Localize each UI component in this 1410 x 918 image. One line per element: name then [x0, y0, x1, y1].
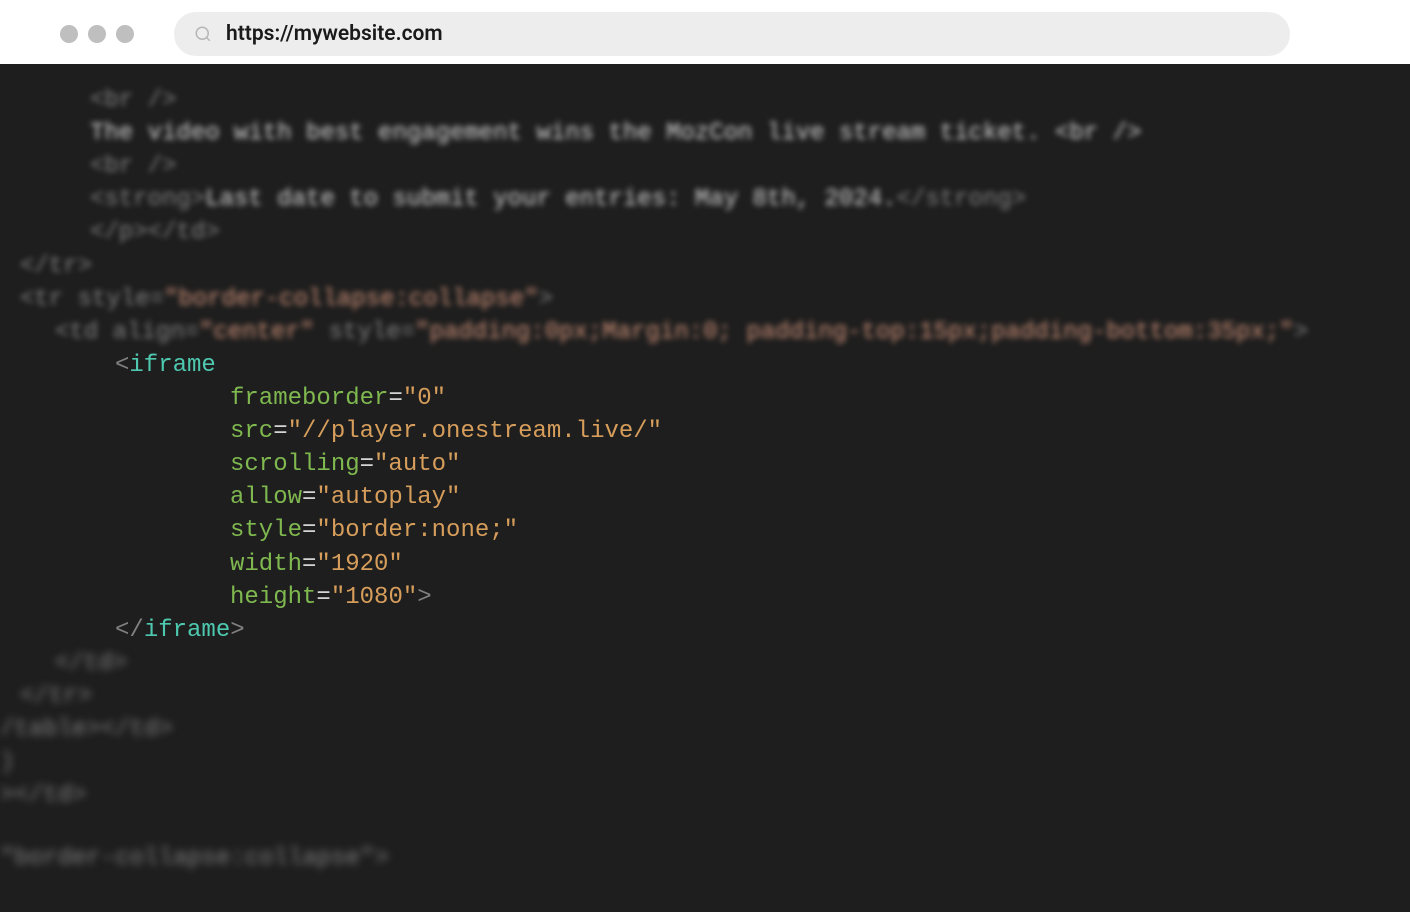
window-maximize-dot[interactable] [116, 25, 134, 43]
code-line-blurred: </tr> [0, 680, 1410, 713]
code-line-blurred: </p></td> [0, 216, 1410, 249]
browser-chrome: https://mywebsite.com [0, 0, 1410, 64]
code-line-iframe-open: <iframe [0, 349, 1410, 382]
code-line-blurred: The video with best engagement wins the … [0, 117, 1410, 150]
window-close-dot[interactable] [60, 25, 78, 43]
code-line-attr: scrolling="auto" [0, 448, 1410, 481]
code-line-blurred: <br /> [0, 84, 1410, 117]
code-line-blurred: "border-collapse:collapse"> [0, 842, 1410, 875]
code-line-blurred: <tr style="border-collapse:collapse"> [0, 283, 1410, 316]
code-line-attr: width="1920" [0, 548, 1410, 581]
window-minimize-dot[interactable] [88, 25, 106, 43]
address-bar[interactable]: https://mywebsite.com [174, 12, 1290, 56]
code-line-blurred: </tr> [0, 250, 1410, 283]
code-line-blurred: ></td> [0, 779, 1410, 812]
code-line-iframe-close: </iframe> [0, 614, 1410, 647]
code-line-attr: allow="autoplay" [0, 481, 1410, 514]
code-line-blurred: <br /> [0, 150, 1410, 183]
code-line-blurred: <td align="center" style="padding:0px;Ma… [0, 316, 1410, 349]
code-line-blurred: </td> [0, 647, 1410, 680]
code-line-attr: style="border:none;" [0, 514, 1410, 547]
code-line-attr: height="1080"> [0, 581, 1410, 614]
url-text: https://mywebsite.com [226, 22, 443, 46]
code-line-attr: src="//player.onestream.live/" [0, 415, 1410, 448]
code-line-attr: frameborder="0" [0, 382, 1410, 415]
window-controls [20, 25, 134, 43]
code-editor[interactable]: <br /> The video with best engagement wi… [0, 64, 1410, 912]
code-line-blurred: /table></td> [0, 713, 1410, 746]
code-line-blurred: ) [0, 746, 1410, 779]
search-icon [194, 25, 212, 43]
code-line-blurred: <strong>Last date to submit your entries… [0, 183, 1410, 216]
